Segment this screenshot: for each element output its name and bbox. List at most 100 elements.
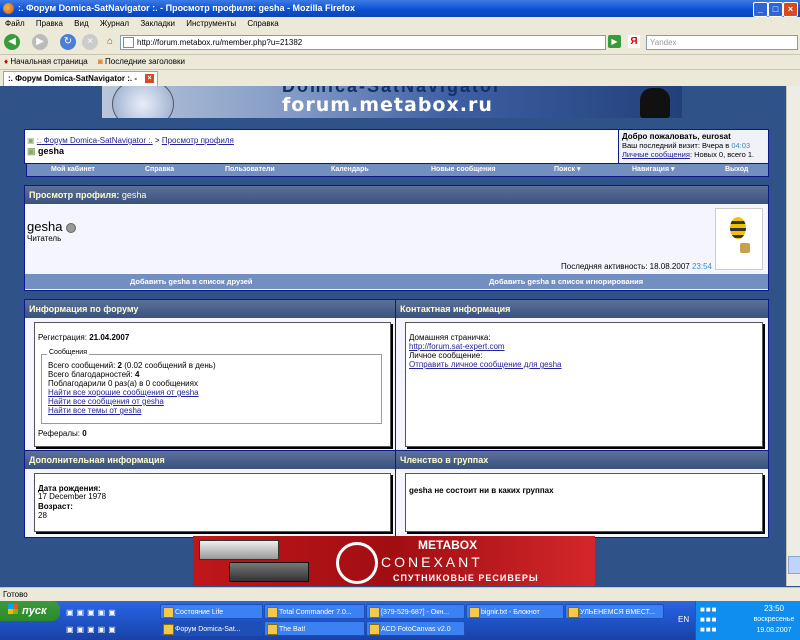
nav-help[interactable]: Справка: [145, 164, 174, 176]
task-window-label: [379-529-687] - Окн...: [381, 609, 450, 616]
vertical-scrollbar[interactable]: [786, 86, 800, 586]
satellite-dish-icon: [112, 86, 174, 118]
navigation-toolbar: ◀ ▶ ↻ × ⌂ http://forum.metabox.ru/member…: [0, 30, 800, 55]
add-friend-link[interactable]: Добавить gesha в список друзей: [130, 274, 253, 289]
clock-time: 23:50: [763, 604, 785, 613]
profile-username: gesha: [27, 219, 77, 234]
nav-logout[interactable]: Выход: [725, 164, 748, 176]
task-acd-label: ACD FotoCanvas v2.0: [381, 626, 451, 633]
find-all-posts-link[interactable]: Найти все сообщения от gesha: [48, 397, 216, 406]
menu-bookmarks[interactable]: Закладки: [140, 19, 175, 28]
menu-bar: Файл Правка Вид Журнал Закладки Инструме…: [0, 17, 800, 30]
task-life[interactable]: Состояние Life: [160, 604, 263, 619]
conexant-logo-icon: [336, 542, 378, 584]
header-panel: ▣ :. Форум Domica-SatNavigator :. > Прос…: [24, 129, 769, 164]
app-icon: [568, 607, 579, 618]
stop-icon[interactable]: ×: [82, 34, 98, 50]
scrollbar-thumb[interactable]: [788, 556, 800, 574]
close-window-button[interactable]: ×: [783, 2, 798, 17]
quick-launch-icons[interactable]: ▣▣▣▣▣ ▣▣▣▣▣: [66, 604, 156, 638]
breadcrumb-forum-link[interactable]: :. Форум Domica-SatNavigator :.: [37, 136, 153, 145]
search-input[interactable]: Yandex: [646, 35, 798, 50]
total-posts-label: Всего сообщений:: [48, 361, 116, 370]
ad-brand: METABOX: [418, 538, 478, 552]
bat-icon: [267, 624, 278, 635]
bookmark-start-icon: ♦: [4, 57, 9, 66]
go-button[interactable]: ▶: [608, 35, 621, 48]
tab-close-icon[interactable]: ×: [145, 74, 154, 83]
menu-tools[interactable]: Инструменты: [186, 19, 236, 28]
nav-calendar[interactable]: Календарь: [331, 164, 369, 176]
task-window[interactable]: [379-529-687] - Окн...: [366, 604, 465, 619]
app-icon: [267, 607, 278, 618]
pm-link[interactable]: Личные сообщения: [622, 150, 690, 159]
profile-header: Просмотр профиля: gesha: [25, 186, 768, 204]
minimize-button[interactable]: _: [753, 2, 768, 17]
forward-arrow-icon[interactable]: ▶: [32, 34, 48, 50]
homepage-label: Домашняя страничка:: [409, 333, 491, 342]
extra-info-panel: Дата рождения: 17 December 1978 Возраст:…: [34, 473, 391, 532]
homepage-link[interactable]: http://forum.sat-expert.com: [409, 342, 505, 351]
yandex-icon[interactable]: Я: [628, 35, 640, 48]
groups-panel: gesha не состоит ни в каких группах: [405, 473, 763, 532]
firefox-icon: [163, 624, 174, 635]
nav-usercp[interactable]: Мой кабинет: [51, 164, 95, 176]
start-button[interactable]: пуск: [0, 601, 60, 621]
username-text: gesha: [27, 219, 63, 234]
url-bar[interactable]: http://forum.metabox.ru/member.php?u=213…: [120, 35, 606, 50]
total-thanks-value: 4: [134, 370, 140, 379]
thanked-count: Поблагодарили 0 раз(а) в 0 сообщениях: [48, 379, 198, 388]
task-notepad[interactable]: bignir.txt - Блокнот: [466, 604, 564, 619]
add-ignore-link[interactable]: Добавить gesha в список игнорирования: [489, 274, 643, 289]
task-total-commander[interactable]: Total Commander 7.0...: [264, 604, 365, 619]
reload-icon[interactable]: ↻: [60, 34, 76, 50]
bookmark-start[interactable]: Начальная страница: [10, 57, 87, 66]
profile-box: Просмотр профиля: gesha gesha Читатель П…: [24, 185, 769, 291]
messages-legend: Сообщения: [47, 349, 89, 356]
task-firefox[interactable]: Форум Domica-Sat...: [160, 621, 263, 636]
nav-new-posts[interactable]: Новые сообщения: [431, 164, 496, 176]
posts-per-day: (0.02 сообщений в день): [124, 361, 216, 370]
ad-banner[interactable]: METABOX CONEXANT СПУТНИКОВЫЕ РЕСИВЕРЫ: [193, 536, 595, 586]
task-uletnemsya[interactable]: УЛЬЕНЕМСЯ ВМЕСТ...: [565, 604, 664, 619]
breadcrumb-profile-link[interactable]: Просмотр профиля: [162, 136, 234, 145]
registration-value: 21.04.2007: [89, 333, 130, 342]
breadcrumb: ▣ :. Форум Domica-SatNavigator :. > Прос…: [27, 136, 234, 145]
task-acd[interactable]: ACD FotoCanvas v2.0: [366, 621, 465, 636]
menu-file[interactable]: Файл: [5, 19, 25, 28]
menu-view[interactable]: Вид: [74, 19, 88, 28]
back-arrow-icon[interactable]: ◀: [4, 34, 20, 50]
tray-icons[interactable]: ■■■ ■■■ ■■■: [700, 605, 738, 635]
pm-info: Личные сообщения: Новых 0, всего 1.: [622, 150, 768, 159]
send-pm-link[interactable]: Отправить личное сообщение для gesha: [409, 360, 562, 369]
find-good-posts-link[interactable]: Найти все хорошие сообщения от gesha: [48, 388, 216, 397]
menu-edit[interactable]: Правка: [36, 19, 63, 28]
ad-caption: СПУТНИКОВЫЕ РЕСИВЕРЫ: [393, 573, 539, 583]
forum-info-header: Информация по форуму: [25, 300, 395, 318]
last-activity-label: Последняя активность: 18.08.2007: [561, 262, 690, 271]
task-thebat-label: The Bat!: [279, 626, 306, 633]
offline-status-icon: [66, 222, 77, 233]
receiver-device-2-icon: [229, 562, 309, 582]
language-indicator[interactable]: EN: [678, 615, 689, 624]
home-icon[interactable]: ⌂: [102, 34, 118, 50]
find-all-threads-link[interactable]: Найти все темы от gesha: [48, 406, 216, 415]
maximize-button[interactable]: □: [768, 2, 783, 17]
menu-help[interactable]: Справка: [247, 19, 278, 28]
app-icon: [469, 607, 480, 618]
bookmark-latest[interactable]: Последние заголовки: [105, 57, 185, 66]
nav-search[interactable]: Поиск ▾: [554, 164, 580, 176]
task-thebat[interactable]: The Bat!: [264, 621, 365, 636]
nav-members[interactable]: Пользователи: [225, 164, 275, 176]
tab-bar: :. Форум Domica-SatNavigator :. - Про...…: [0, 70, 800, 97]
browser-tab[interactable]: :. Форум Domica-SatNavigator :. - Про...…: [3, 71, 158, 97]
nav-navigation[interactable]: Навигация ▾: [632, 164, 675, 176]
forum-info-panel: Регистрация: 21.04.2007 Сообщения Всего …: [34, 322, 391, 447]
site-banner: Domica-SatNavigator forum.metabox.ru: [102, 86, 682, 118]
pm-label: Личное сообщение:: [409, 351, 483, 360]
menu-history[interactable]: Журнал: [100, 19, 129, 28]
extra-info-box: Дополнительная информация Дата рождения:…: [24, 450, 396, 538]
acd-icon: [369, 624, 380, 635]
windows-taskbar: пуск ▣▣▣▣▣ ▣▣▣▣▣ Состояние Life Total Com…: [0, 601, 800, 640]
registration: Регистрация: 21.04.2007: [38, 333, 129, 342]
